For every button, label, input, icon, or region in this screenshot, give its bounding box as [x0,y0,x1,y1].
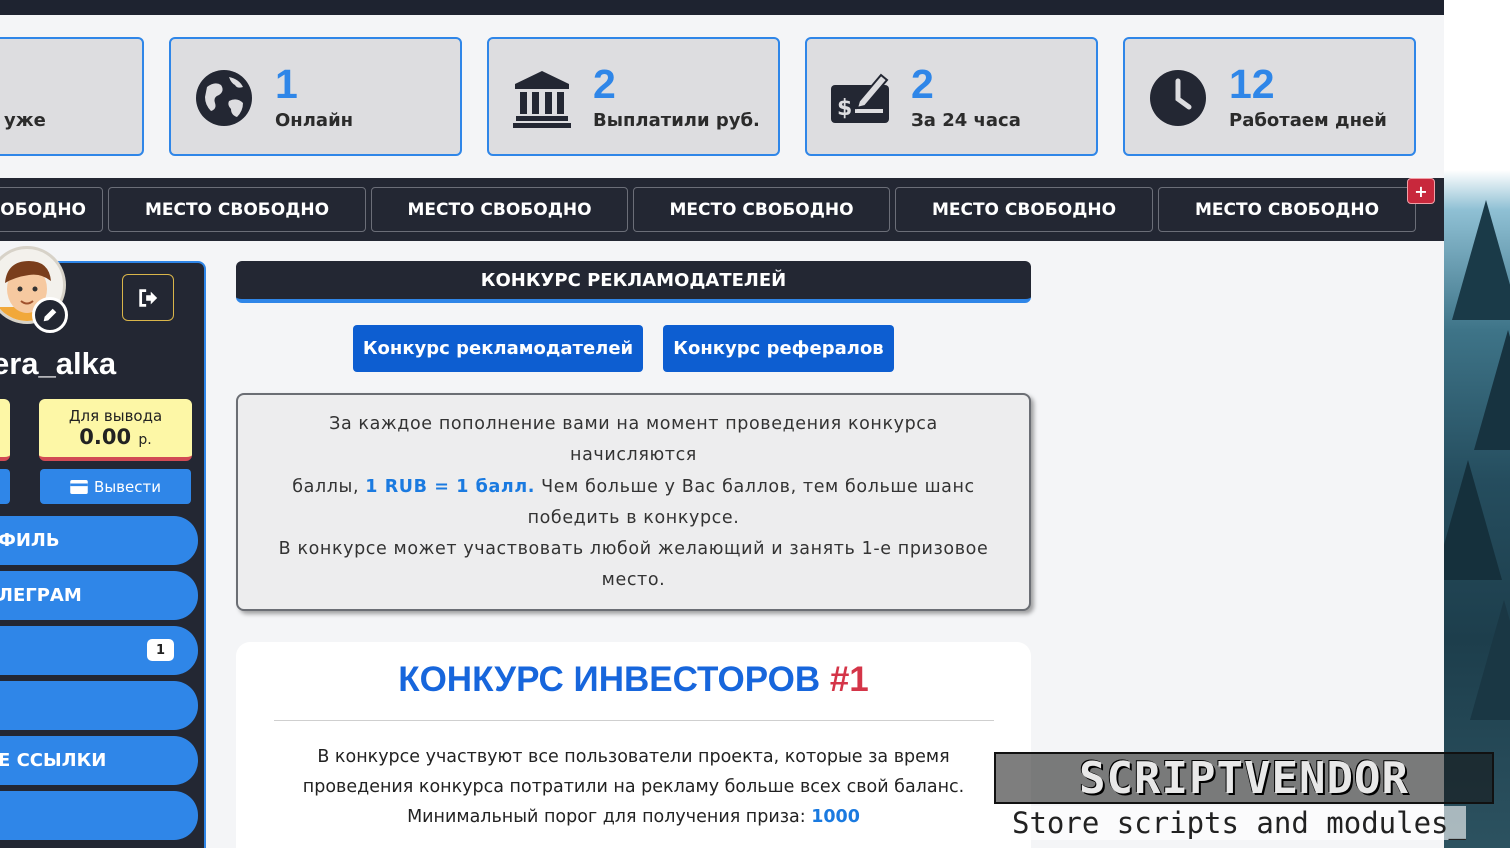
rules-line: За каждое пополнение вами на момент пров… [329,414,938,466]
contest-number: #1 [829,660,869,699]
sidebar-item-telegram[interactable]: ЛЕГРАМ [0,571,198,620]
contest-title: КОНКУРС ИНВЕСТОРОВ #1 [398,660,869,699]
stat-label: Онлайн [275,110,354,131]
svg-text:$: $ [837,96,852,121]
logout-button[interactable] [122,274,174,321]
contest-description: В конкурсе участвуют все пользователи пр… [236,742,1031,832]
globe-icon [196,70,252,126]
sign-out-icon [139,288,158,307]
top-bar [0,0,1444,15]
divider [274,720,994,721]
tree-shape [1470,600,1510,720]
watermark-logo: SCRIPTVENDOR [994,752,1494,804]
tab-advertisers-contest[interactable]: Конкурс рекламодателей [353,325,643,372]
sidebar-item-links[interactable]: Е ССЫЛКИ [0,736,198,785]
stat-card-online: 1 Онлайн [169,37,462,156]
stat-label: Работаем дней [1229,110,1387,131]
stat-card-days: 12 Работаем дней [1123,37,1416,156]
ad-slot[interactable]: МЕСТО СВОБОДНО [895,187,1153,232]
ad-slot[interactable]: МЕСТО СВОБОДНО [108,187,366,232]
stat-card-paid: 2 Выплатили руб. [487,37,780,156]
sidebar-item-profile[interactable]: ФИЛЬ [0,516,198,565]
stat-card-24h: $ 2 За 24 часа [805,37,1098,156]
withdraw-balance-title: Для вывода [68,407,163,425]
watermark-tagline: Store scripts and modules_ [1012,806,1466,840]
deposit-button[interactable] [0,469,10,504]
stat-value: 2 [593,61,616,107]
sidebar-item[interactable] [0,791,198,840]
investors-contest-card: КОНКУРС ИНВЕСТОРОВ #1 В конкурсе участву… [236,642,1031,848]
stat-card-users: уже [0,37,144,156]
points-rate: 1 RUB = 1 балл. [365,476,535,497]
sidebar-item-messages[interactable]: 1 [0,626,198,675]
tree-shape [1474,330,1510,450]
stat-value: 2 [911,61,934,107]
stats-row: уже 1 Онлайн 2 Выплатили руб. $ 2 За 24 … [0,37,1444,157]
ad-slot[interactable]: МЕСТО СВОБОДНО [1158,187,1416,232]
stat-value: 12 [1229,61,1275,107]
page-title: КОНКУРС РЕКЛАМОДАТЕЛЕЙ [236,261,1031,303]
rules-line: баллы, 1 RUB = 1 балл. Чем больше у Вас … [292,476,975,528]
stat-value: 1 [275,61,298,107]
bank-icon [513,71,571,128]
tree-shape [1452,200,1510,320]
balance-box [0,399,10,461]
threshold-value: 1000 [811,807,860,827]
ad-slots-bar: МЕСТО СВОБОДНО МЕСТО СВОБОДНО МЕСТО СВОБ… [0,178,1444,241]
stat-label: Выплатили руб. [593,110,760,131]
withdraw-balance-amount: 0.00 р. [79,425,152,449]
tree-shape [1444,460,1502,580]
watermark: SCRIPTVENDOR Store scripts and modules_ [994,748,1494,848]
edit-avatar-button[interactable] [32,297,68,333]
withdraw-button[interactable]: Вывести [40,469,191,504]
add-ad-button[interactable]: + [1407,178,1435,204]
ad-slot[interactable]: МЕСТО СВОБОДНО [0,187,103,232]
tab-referrals-contest[interactable]: Конкурс рефералов [663,325,894,372]
ad-slot[interactable]: МЕСТО СВОБОДНО [371,187,628,232]
rules-line: В конкурсе может участвовать любой желаю… [278,539,989,591]
notification-badge: 1 [147,639,174,661]
username: era_alka [0,346,117,381]
sidebar-item[interactable] [0,681,198,730]
stat-label: уже [4,110,46,131]
withdraw-balance-box: Для вывода 0.00 р. [39,399,192,461]
pencil-icon [43,308,57,322]
threshold-line: Минимальный порог для получения приза: 1… [407,807,860,827]
contest-rules-box: За каждое пополнение вами на момент пров… [236,393,1031,611]
clock-icon [1150,70,1206,126]
stat-label: За 24 часа [911,110,1021,131]
credit-card-icon [70,479,88,494]
background-landscape [1444,0,1510,848]
ad-slot[interactable]: МЕСТО СВОБОДНО [633,187,890,232]
cheque-icon: $ [831,73,889,123]
